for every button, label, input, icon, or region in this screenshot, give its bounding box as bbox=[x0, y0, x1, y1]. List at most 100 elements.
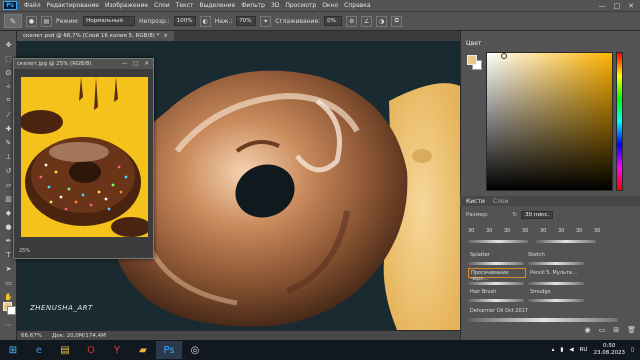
brush-stroke-7[interactable] bbox=[468, 318, 618, 322]
brush-name-deharmer[interactable]: Deharmer Oil Oct 2017 bbox=[470, 308, 528, 314]
hand-tool-icon[interactable]: ✋ bbox=[3, 291, 14, 302]
folder-icon[interactable]: ▰ bbox=[130, 341, 156, 359]
watermark: ZHENUSHA_ART bbox=[30, 304, 93, 312]
maximize-button[interactable]: □ bbox=[614, 2, 621, 10]
opacity-field[interactable]: 100% bbox=[173, 16, 196, 26]
language-indicator[interactable]: RU bbox=[580, 347, 588, 353]
clock[interactable]: 0:50 23.08.2023 bbox=[593, 343, 625, 357]
color-picker-field[interactable] bbox=[486, 52, 613, 191]
hue-slider[interactable] bbox=[616, 52, 623, 191]
taskbar: ⊞ e ▤ O Y ▰ Ps ◎ ▴ ▮ ◀ RU 0:50 23.08.202… bbox=[0, 340, 640, 360]
brush-stroke-5[interactable] bbox=[468, 299, 524, 302]
internet-explorer-icon[interactable]: e bbox=[26, 341, 52, 359]
brush-recent-1[interactable]: 30 bbox=[468, 228, 474, 234]
menu-image[interactable]: Изображение bbox=[102, 2, 151, 9]
pressure-field[interactable]: 70% bbox=[236, 16, 257, 26]
trash-icon[interactable]: 🗑 bbox=[627, 326, 636, 336]
more-tools-icon[interactable]: ⋯ bbox=[3, 319, 14, 330]
brush-name-pencil[interactable]: Pencil 5. Мульти... bbox=[530, 270, 577, 276]
symmetry-icon[interactable]: ⧉ bbox=[391, 15, 403, 27]
opera-icon[interactable]: O bbox=[78, 341, 104, 359]
brush-recent-6[interactable]: 30 bbox=[558, 228, 564, 234]
brush-recent-3[interactable]: 30 bbox=[504, 228, 510, 234]
photoshop-taskbar-icon[interactable]: Ps bbox=[156, 341, 182, 359]
opacity-pressure-icon[interactable]: ◐ bbox=[199, 15, 211, 27]
system-tray: ▴ ▮ ◀ RU 0:50 23.08.2023 ▯ bbox=[552, 343, 640, 357]
size-pressure-icon[interactable]: ◑ bbox=[376, 15, 388, 27]
menu-help[interactable]: Справка bbox=[341, 2, 373, 9]
brush-toggle-icon[interactable]: ◉ bbox=[585, 326, 591, 336]
brush-name-smudge[interactable]: Smudge bbox=[530, 289, 551, 295]
document-tab[interactable]: скелет.psd @ 66,7% (Слой 16 копия 5, RGB… bbox=[17, 31, 174, 41]
brush-name-sketch[interactable]: Sketch bbox=[528, 252, 545, 258]
photoshop-logo[interactable]: Ps bbox=[3, 1, 17, 10]
color-panel-tab[interactable]: Цвет bbox=[466, 40, 481, 47]
mode-select[interactable]: Нормальный bbox=[83, 16, 136, 26]
tab-brushes[interactable]: Кисти bbox=[466, 198, 485, 205]
brush-settings-icon[interactable]: ▤ bbox=[41, 15, 52, 27]
brush-recent-2[interactable]: 30 bbox=[486, 228, 492, 234]
brush-size-field[interactable]: 30 пикс. bbox=[521, 211, 554, 219]
brush-size-row: Размер: ↻ 30 пикс. bbox=[466, 210, 616, 220]
brush-stroke-3[interactable] bbox=[468, 282, 524, 285]
yandex-icon[interactable]: Y bbox=[104, 341, 130, 359]
start-button-icon[interactable]: ⊞ bbox=[0, 341, 26, 359]
network-icon[interactable]: ▮ bbox=[560, 347, 563, 353]
status-zoom[interactable]: 66,67% bbox=[21, 333, 42, 339]
brush-stroke-splatter[interactable] bbox=[468, 240, 528, 243]
brush-recent-7[interactable]: 30 bbox=[576, 228, 582, 234]
move-tool-icon[interactable]: ✥ bbox=[3, 39, 14, 50]
menu-layers[interactable]: Слои bbox=[151, 2, 173, 9]
menu-file[interactable]: Файл bbox=[21, 2, 44, 9]
document-tab-close[interactable]: × bbox=[163, 33, 168, 39]
reference-window-titlebar[interactable]: скелет.jpg @ 25% (RGB/8) — □ ✕ bbox=[14, 59, 153, 69]
reference-minimize-button[interactable]: — bbox=[122, 61, 128, 67]
airbrush-icon[interactable]: ✦ bbox=[260, 15, 272, 27]
brush-recent-5[interactable]: 30 bbox=[540, 228, 546, 234]
brush-selected[interactable]: Просачивание черн... bbox=[468, 268, 526, 282]
new-brush-icon[interactable]: ⊞ bbox=[613, 326, 619, 336]
file-explorer-icon[interactable]: ▤ bbox=[52, 341, 78, 359]
reference-close-button[interactable]: ✕ bbox=[144, 61, 149, 67]
smoothing-field[interactable]: 0% bbox=[324, 16, 343, 26]
minimize-button[interactable]: — bbox=[599, 2, 606, 10]
brush-name-splatter[interactable]: Splatter bbox=[470, 252, 490, 258]
brush-tool-preset-icon[interactable]: ✎ bbox=[4, 14, 22, 28]
tab-layers[interactable]: Слои bbox=[493, 198, 509, 205]
menu-3d[interactable]: 3D bbox=[268, 2, 282, 9]
brush-recent-8[interactable]: 30 bbox=[594, 228, 600, 234]
camera-icon[interactable]: ◎ bbox=[182, 341, 208, 359]
menu-select[interactable]: Выделение bbox=[196, 2, 238, 9]
brush-stroke-2[interactable] bbox=[528, 262, 584, 265]
path-select-tool-icon[interactable]: ➤ bbox=[3, 263, 14, 274]
color-panel-fg-swatch[interactable] bbox=[467, 55, 477, 65]
menu-filter[interactable]: Фильтр bbox=[238, 2, 268, 9]
reference-maximize-button[interactable]: □ bbox=[133, 61, 138, 67]
menu-window[interactable]: Окно bbox=[319, 2, 341, 9]
new-folder-icon[interactable]: ▭ bbox=[599, 326, 606, 336]
brush-stroke-sketch-top[interactable] bbox=[536, 240, 596, 243]
brush-stroke-4[interactable] bbox=[528, 282, 584, 285]
angle-icon[interactable]: ∠ bbox=[361, 15, 373, 27]
brush-stroke-6[interactable] bbox=[528, 299, 584, 302]
reference-window[interactable]: скелет.jpg @ 25% (RGB/8) — □ ✕ 25% bbox=[13, 58, 154, 259]
color-picker-cursor[interactable] bbox=[501, 53, 507, 59]
shape-tool-icon[interactable]: ▭ bbox=[3, 277, 14, 288]
reference-zoom: 25% bbox=[19, 248, 31, 254]
menu-edit[interactable]: Редактирование bbox=[44, 2, 102, 9]
close-button[interactable]: ✕ bbox=[628, 2, 634, 10]
brush-recent-4[interactable]: 30 bbox=[522, 228, 528, 234]
status-doc-size: Док: 20,0M/174,4M bbox=[51, 332, 106, 339]
menu-view[interactable]: Просмотр bbox=[282, 2, 319, 9]
brush-name-hair[interactable]: Hair Brush bbox=[470, 289, 496, 295]
notifications-icon[interactable]: ▯ bbox=[631, 347, 634, 353]
tray-arrow-icon[interactable]: ▴ bbox=[552, 347, 555, 353]
volume-icon[interactable]: ◀ bbox=[569, 347, 573, 353]
menu-type[interactable]: Текст bbox=[173, 2, 197, 9]
reset-icon[interactable]: ↻ bbox=[513, 212, 518, 218]
smoothing-settings-icon[interactable]: ⚙ bbox=[346, 15, 358, 27]
brush-stroke-1[interactable] bbox=[468, 262, 524, 265]
brush-picker-icon[interactable]: ● bbox=[26, 15, 37, 27]
background-color-swatch[interactable] bbox=[7, 306, 16, 315]
document-tab-title: скелет.psd @ 66,7% (Слой 16 копия 5, RGB… bbox=[23, 33, 160, 39]
